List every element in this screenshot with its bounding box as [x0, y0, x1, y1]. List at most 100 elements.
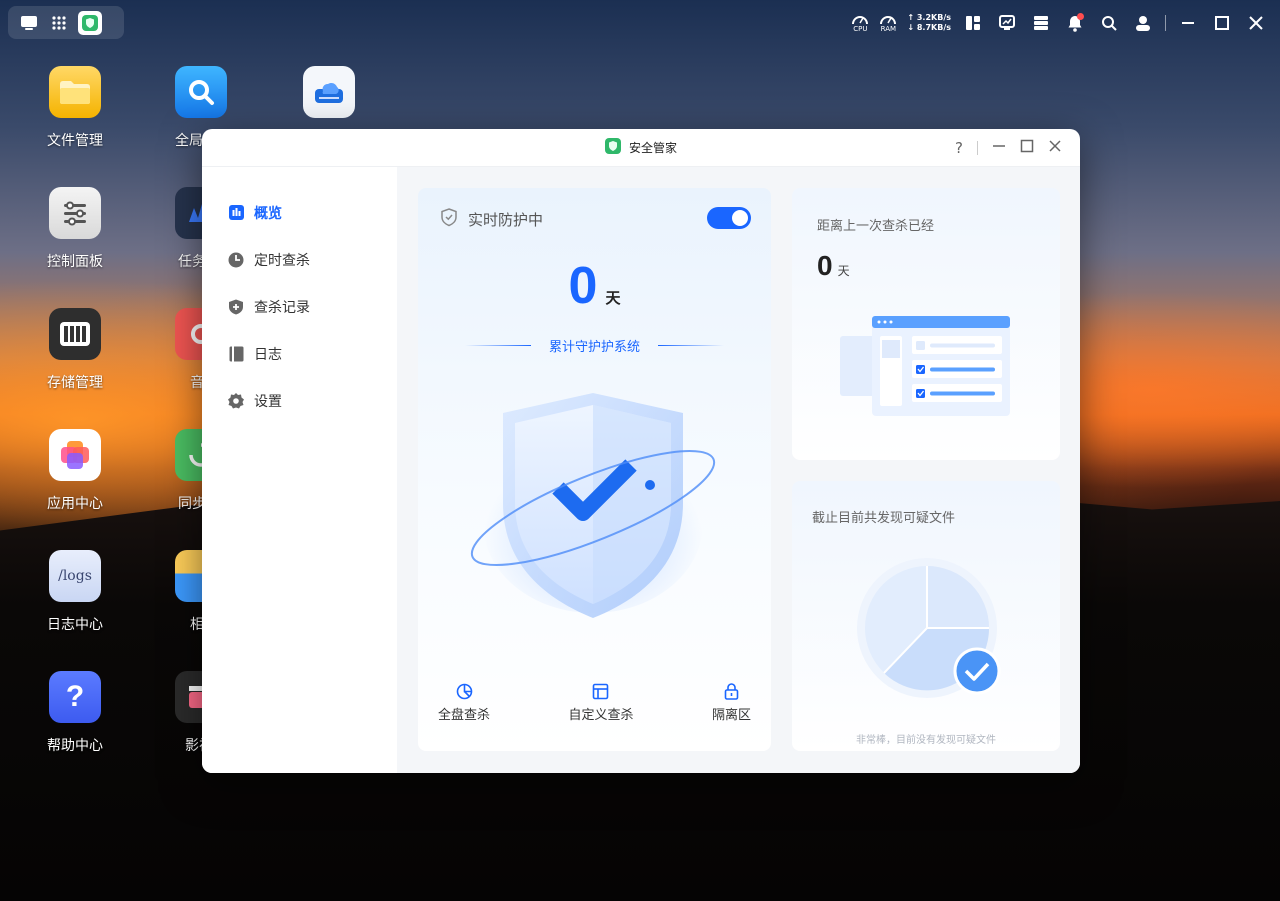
desktop-icon-label: 日志中心: [47, 617, 103, 633]
sidebar-item-label: 定时查杀: [254, 252, 310, 269]
empty-pie-illustration: [852, 553, 1012, 707]
lock-icon: [722, 682, 740, 700]
suspicious-files-card: 截止目前共发现可疑文件 非常棒，目前没有发现可疑文件: [792, 481, 1060, 751]
help-icon-text: ?: [65, 680, 85, 713]
guard-line-right: [658, 345, 724, 346]
last-scan-days-unit: 天: [837, 264, 850, 278]
protection-status: 实时防护中: [468, 211, 544, 229]
desktop-icon-help[interactable]: ? 帮助中心: [30, 671, 120, 755]
gear-icon: [228, 392, 244, 409]
ram-meter[interactable]: RAM: [879, 13, 897, 33]
custom-scan-button[interactable]: 自定义查杀: [568, 682, 634, 723]
action-label: 全盘查杀: [438, 708, 491, 723]
notification-dot: [1077, 13, 1084, 20]
custom-scan-icon: [592, 682, 610, 700]
book-icon: [228, 346, 244, 362]
app-center-icon: [49, 429, 101, 481]
full-scan-button[interactable]: 全盘查杀: [438, 682, 490, 723]
desktop-icon-label: 应用中心: [47, 496, 103, 512]
last-scan-days: 0 天: [817, 250, 850, 282]
last-scan-card: 距离上一次查杀已经 0 天: [792, 188, 1060, 460]
shield-illustration: [463, 393, 723, 637]
sidebar: 概览 定时查杀 查杀记录 日志 设置: [202, 167, 397, 773]
layout-icon[interactable]: [961, 11, 985, 35]
desktop-icon-storage[interactable]: 存储管理: [30, 308, 120, 392]
pie-scan-icon: [455, 682, 473, 700]
ram-label: RAM: [880, 25, 897, 33]
global-search-icon: [175, 66, 227, 118]
desktop-icon-label: 存储管理: [47, 375, 103, 391]
sidebar-item-label: 查杀记录: [254, 299, 310, 316]
protection-header: 实时防护中: [440, 208, 543, 231]
window-titlebar[interactable]: 安全管家 ?: [202, 129, 1080, 167]
taskbar-launcher: [8, 6, 124, 39]
quarantine-button[interactable]: 隔离区: [712, 682, 751, 723]
close-icon[interactable]: [1244, 11, 1268, 35]
last-scan-days-value: 0: [817, 250, 833, 281]
minimize-all-icon[interactable]: [1176, 11, 1200, 35]
minimize-button[interactable]: [992, 139, 1006, 157]
guard-line-left: [464, 345, 531, 346]
server-icon[interactable]: [1029, 11, 1053, 35]
controls-separator: [977, 141, 978, 155]
control-panel-icon: [49, 187, 101, 239]
desktop-icon-label: 全局: [175, 133, 203, 149]
protection-days: 0 天: [418, 256, 771, 316]
clock-icon: [228, 252, 244, 268]
sidebar-item-settings[interactable]: 设置: [202, 377, 397, 424]
suspicious-files-footer: 非常棒，目前没有发现可疑文件: [856, 735, 996, 746]
sidebar-item-label: 日志: [254, 346, 282, 363]
logs-icon: /logs: [49, 550, 101, 602]
system-tray: CPU RAM ↑ 3.2KB/s ↓ 8.7KB/s: [851, 8, 1268, 38]
tray-separator: [1165, 15, 1166, 31]
desktop-icon-control-panel[interactable]: 控制面板: [30, 187, 120, 271]
sidebar-item-scan-records[interactable]: 查杀记录: [202, 283, 397, 330]
notification-bell-icon[interactable]: [1063, 11, 1087, 35]
desktop-icon-label: 文件管理: [47, 133, 103, 149]
protection-card: 实时防护中 0 天 累计守护护系统 全盘查杀 自定义查杀 隔离区: [418, 188, 771, 751]
desktop-icon-label: 控制面板: [47, 254, 103, 270]
show-desktop-icon[interactable]: [18, 12, 40, 34]
maximize-button[interactable]: [1020, 139, 1034, 157]
desktop-icon-cloud-drive[interactable]: [284, 66, 374, 118]
desktop-icon-logs[interactable]: /logs 日志中心: [30, 550, 120, 634]
cloud-drive-icon: [303, 66, 355, 118]
sidebar-item-overview[interactable]: 概览: [202, 189, 397, 236]
window-title-group: 安全管家: [604, 138, 677, 157]
storage-icon: [49, 308, 101, 360]
guard-label: 累计守护护系统: [548, 340, 640, 355]
shield-plus-icon: [228, 299, 244, 315]
sidebar-item-logs[interactable]: 日志: [202, 330, 397, 377]
overview-icon: [228, 205, 244, 221]
security-app-icon: [604, 138, 621, 157]
suspicious-files-title: 截止目前共发现可疑文件: [812, 511, 956, 526]
sidebar-item-label: 概览: [254, 205, 282, 222]
security-manager-window: 安全管家 ? 概览 定时查杀 查杀记录 日志 设置 实时防护中 0 天 累计守护…: [202, 129, 1080, 773]
folder-icon: [49, 66, 101, 118]
desktop-icon-file-manager[interactable]: 文件管理: [30, 66, 120, 150]
monitor-icon[interactable]: [995, 11, 1019, 35]
cpu-meter[interactable]: CPU: [851, 13, 869, 33]
action-label: 隔离区: [711, 708, 751, 723]
search-icon[interactable]: [1097, 11, 1121, 35]
app-grid-icon[interactable]: [48, 12, 70, 34]
shield-check-icon: [440, 208, 458, 231]
protection-days-value: 0: [568, 257, 598, 315]
security-app-taskbar-icon[interactable]: [78, 10, 102, 35]
network-speed[interactable]: ↑ 3.2KB/s ↓ 8.7KB/s: [907, 13, 951, 33]
user-icon[interactable]: [1131, 11, 1155, 35]
desktop-icon-app-center[interactable]: 应用中心: [30, 429, 120, 513]
help-button[interactable]: ?: [955, 139, 963, 157]
sidebar-item-label: 设置: [254, 393, 282, 410]
logs-icon-text: /logs: [58, 568, 92, 584]
protection-days-unit: 天: [605, 289, 621, 307]
maximize-icon[interactable]: [1210, 11, 1234, 35]
main-content: 实时防护中 0 天 累计守护护系统 全盘查杀 自定义查杀 隔离区 距离上一次查杀…: [397, 167, 1080, 773]
realtime-protection-toggle[interactable]: [707, 207, 751, 229]
sidebar-item-scheduled-scan[interactable]: 定时查杀: [202, 236, 397, 283]
window-title: 安全管家: [628, 141, 677, 155]
download-speed: ↓ 8.7KB/s: [907, 23, 951, 32]
checklist-illustration: [840, 316, 1020, 430]
last-scan-title: 距离上一次查杀已经: [817, 219, 935, 234]
close-button[interactable]: [1048, 139, 1062, 157]
